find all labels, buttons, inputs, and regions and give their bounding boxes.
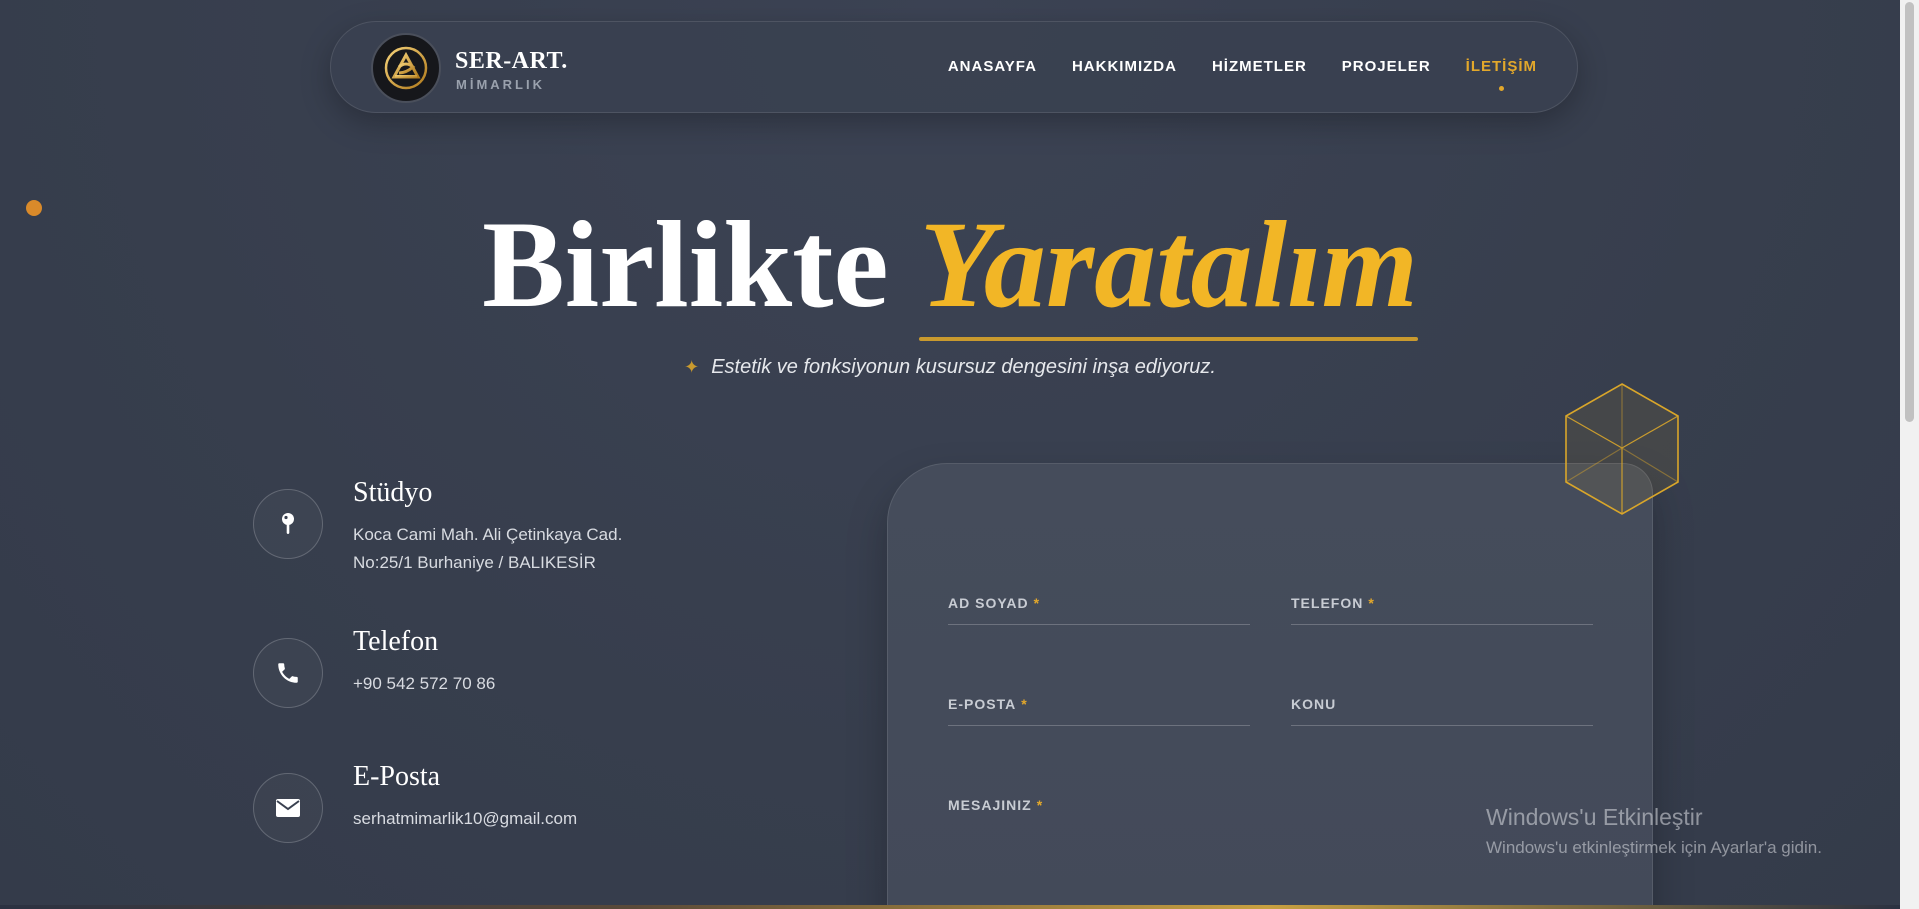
name-field-label: AD SOYAD * xyxy=(948,595,1041,611)
logo-icon[interactable] xyxy=(371,33,441,103)
hero-title: Birlikte Yaratalım xyxy=(0,195,1900,341)
subject-field[interactable]: KONU xyxy=(1291,696,1593,726)
phone-title: Telefon xyxy=(353,626,439,657)
hero-subtitle: ✦ Estetik ve fonksiyonun kusursuz dengesi… xyxy=(0,356,1900,379)
activation-watermark-subtitle: Windows'u etkinleştirmek için Ayarlar'a … xyxy=(1486,838,1822,857)
hero-title-plain: Birlikte xyxy=(482,196,889,333)
subject-field-label: KONU xyxy=(1291,696,1337,712)
hero-subtitle-text: Estetik ve fonksiyonun kusursuz dengesin… xyxy=(711,356,1216,378)
sparkle-icon: ✦ xyxy=(684,357,700,377)
nav-item-iletisim[interactable]: İLETİŞİM xyxy=(1465,58,1537,91)
nav-item-hizmetler[interactable]: HİZMETLER xyxy=(1212,58,1307,75)
cube-icon xyxy=(1565,383,1679,515)
brand-subtitle: MİMARLIK xyxy=(456,77,545,92)
nav-menu: ANASAYFA HAKKIMIZDA HİZMETLER PROJELER İ… xyxy=(913,58,1537,91)
navbar: SER-ART. MİMARLIK ANASAYFA HAKKIMIZDA Hİ… xyxy=(330,21,1578,113)
mail-icon xyxy=(253,773,323,843)
studio-address: Koca Cami Mah. Ali Çetinkaya Cad. No:25/… xyxy=(353,521,622,577)
nav-item-hakkimizda[interactable]: HAKKIMIZDA xyxy=(1072,58,1177,75)
email-value[interactable]: serhatmimarlik10@gmail.com xyxy=(353,805,577,833)
name-field[interactable]: AD SOYAD * xyxy=(948,595,1250,625)
bottom-strip xyxy=(0,905,1900,909)
page: SER-ART. MİMARLIK ANASAYFA HAKKIMIZDA Hİ… xyxy=(0,0,1900,909)
page-scrollbar[interactable] xyxy=(1900,0,1919,909)
studio-title: Stüdyo xyxy=(353,477,433,508)
hero-title-accent: Yaratalım xyxy=(919,196,1419,341)
map-pin-icon xyxy=(253,489,323,559)
brand-name[interactable]: SER-ART. xyxy=(455,48,568,75)
phone-field-label: TELEFON * xyxy=(1291,595,1375,611)
message-field-label: MESAJINIZ * xyxy=(948,797,1044,813)
phone-icon xyxy=(253,638,323,708)
nav-item-iletisim-label: İLETİŞİM xyxy=(1465,58,1537,75)
scrollbar-thumb[interactable] xyxy=(1905,2,1914,422)
activation-watermark-title: Windows'u Etkinleştir xyxy=(1486,804,1703,830)
email-field[interactable]: E-POSTA * xyxy=(948,696,1250,726)
email-title: E-Posta xyxy=(353,761,441,792)
phone-value[interactable]: +90 542 572 70 86 xyxy=(353,670,495,698)
studio-address-line1: Koca Cami Mah. Ali Çetinkaya Cad. xyxy=(353,525,623,544)
studio-address-line2: No:25/1 Burhaniye / BALIKESİR xyxy=(353,553,596,572)
active-indicator-dot xyxy=(1499,86,1505,91)
nav-item-anasayfa[interactable]: ANASAYFA xyxy=(948,58,1037,75)
nav-item-projeler[interactable]: PROJELER xyxy=(1342,58,1431,75)
email-field-label: E-POSTA * xyxy=(948,696,1028,712)
phone-field[interactable]: TELEFON * xyxy=(1291,595,1593,625)
